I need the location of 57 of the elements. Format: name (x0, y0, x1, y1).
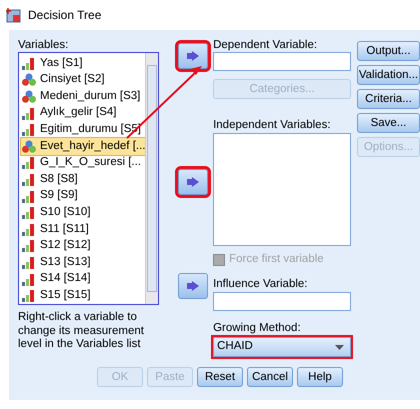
variable-item[interactable]: S11 [S11] (21, 220, 145, 238)
variable-item[interactable]: S14 [S14] (21, 270, 145, 288)
move-button[interactable] (178, 273, 208, 299)
dialog-button[interactable]: Validation... (356, 65, 420, 85)
ruler-bars-icon (22, 172, 36, 186)
dialog-button[interactable]: Cancel (247, 367, 293, 387)
ruler-bars-icon (22, 190, 36, 203)
dialog-button[interactable]: Criteria... (356, 89, 420, 109)
arrow-icon (186, 51, 199, 61)
ruler-bars-icon (22, 272, 36, 286)
variable-item[interactable]: Evet_hayir_hedef [... (21, 138, 145, 155)
variable-item[interactable]: S15 [S15] (21, 287, 145, 304)
ruler-bars-icon (22, 123, 36, 136)
ruler-bars-icon (22, 222, 36, 236)
ruler-bars-icon (22, 156, 36, 170)
dialog-button[interactable]: Output... (356, 41, 420, 61)
variable-item[interactable]: Medeni_durum [S3] (21, 88, 145, 105)
variable-item[interactable]: Cinsiyet [S2] (21, 72, 145, 88)
ruler-bars-icon (22, 289, 36, 302)
variables-label: Variables: (18, 38, 70, 52)
dialog-button[interactable]: Help (297, 367, 343, 387)
arrow-icon (186, 177, 199, 187)
circles-icon (22, 90, 36, 103)
growing-method-label: Growing Method: (213, 321, 302, 335)
dependent-label: Dependent Variable: (213, 38, 318, 52)
dialog-button[interactable]: Save... (356, 113, 420, 133)
variable-item[interactable]: S9 [S9] (21, 188, 145, 204)
ruler-bars-icon (22, 106, 36, 120)
circles-icon (22, 73, 36, 86)
independent-list[interactable] (213, 133, 352, 246)
influence-label: Influence Variable: (213, 277, 308, 291)
scrollbar[interactable] (145, 53, 158, 304)
ruler-bars-icon (22, 239, 36, 252)
ruler-bars-icon (22, 206, 36, 220)
growing-method-dropdown[interactable]: CHAID (213, 337, 352, 357)
variable-item[interactable]: S8 [S8] (21, 171, 145, 188)
variable-item[interactable]: S12 [S12] (21, 238, 145, 254)
window-title: Decision Tree (28, 7, 102, 24)
dependent-field[interactable] (213, 52, 352, 71)
variable-item[interactable]: Aylık_gelir [S4] (21, 104, 145, 122)
arrow-icon (186, 281, 199, 291)
checkbox-label: Force first variable (229, 252, 324, 268)
independent-label: Independent Variables: (213, 118, 332, 132)
ruler-bars-icon (22, 256, 36, 269)
variable-item[interactable]: Yas [S1] (21, 55, 145, 72)
move-button[interactable] (178, 43, 208, 69)
variable-item[interactable]: S10 [S10] (21, 204, 145, 221)
circles-icon (22, 140, 36, 153)
variable-item[interactable]: G_İ_K_O_suresi [... (21, 154, 145, 172)
variable-item[interactable]: S13 [S13] (21, 254, 145, 271)
influence-field[interactable] (213, 292, 352, 311)
ruler-bars-icon (22, 56, 36, 70)
dialog-button[interactable]: Reset (197, 367, 243, 387)
app-icon (6, 7, 22, 23)
move-button[interactable] (178, 169, 208, 195)
hint-text: Right-click a variable to change its measurement level in the Variables list (18, 311, 145, 352)
caret-icon (335, 344, 344, 350)
